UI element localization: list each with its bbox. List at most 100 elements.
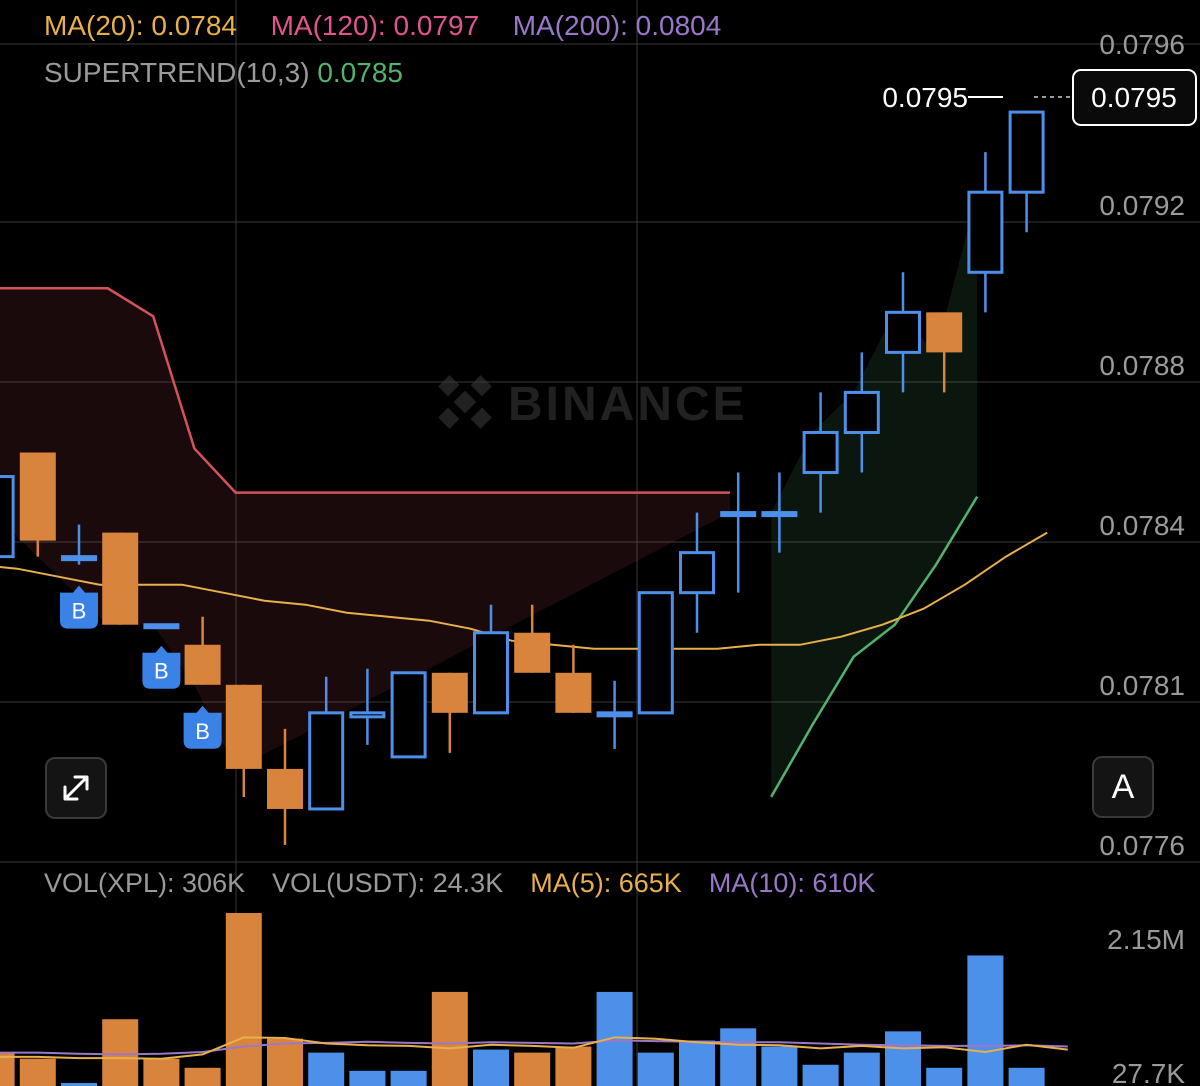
volume-bar: [473, 1049, 509, 1086]
price-tick-label: 0.0781: [1099, 670, 1185, 701]
candle-body: [1008, 110, 1045, 194]
volume-bar: [267, 1038, 303, 1086]
candle-body: [637, 591, 674, 715]
ma20-value: 0.0784: [151, 10, 237, 41]
price-tick-label: 0.0788: [1099, 350, 1185, 381]
volume-tick-label: 27.7K: [1112, 1058, 1185, 1086]
expand-icon: [63, 775, 89, 801]
vol-usdt: VOL(USDT): 24.3K: [272, 868, 504, 898]
auto-scale-label: A: [1111, 767, 1135, 806]
candle: [555, 644, 592, 713]
candle: [431, 672, 468, 753]
candle: [1008, 110, 1045, 233]
ma120-label: MA(120):: [270, 10, 394, 41]
candle: [720, 472, 757, 593]
candle-body: [967, 190, 1004, 274]
volume-bar: [555, 1046, 592, 1086]
candle: [390, 671, 427, 759]
supertrend-legend: SUPERTREND(10,3) 0.0785: [44, 57, 403, 89]
binance-watermark: BINANCE: [438, 375, 748, 431]
candle-body: [596, 711, 633, 718]
buy-marker-letter: B: [154, 659, 169, 684]
watermark-text: BINANCE: [508, 378, 748, 431]
volume-bar: [596, 991, 633, 1086]
volume-bar: [926, 1067, 963, 1086]
candle: [102, 532, 139, 625]
candle-body: [102, 532, 139, 625]
candlestick-chart[interactable]: BINANCE BBB 0.07960.07920.07880.07840.07…: [0, 0, 1200, 1086]
current-price-tag-value: 0.0795: [1091, 82, 1177, 113]
supertrend-label: SUPERTREND(10,3): [44, 57, 318, 88]
ma120-value: 0.0797: [393, 10, 480, 41]
fullscreen-button[interactable]: [45, 757, 107, 819]
volume-bar: [761, 1046, 798, 1086]
volume-bar: [225, 913, 262, 1086]
candle-body: [720, 511, 757, 518]
candle-body: [843, 390, 880, 434]
price-tick-label: 0.0796: [1099, 29, 1185, 60]
candle-body: [802, 430, 839, 475]
volume-bar: [308, 1052, 345, 1086]
ma-legend: MA(20): 0.0784 MA(120): 0.0797 MA(200): …: [44, 10, 721, 42]
candle-body: [0, 475, 15, 559]
candle: [637, 591, 674, 715]
candle: [143, 623, 180, 630]
candle-body: [225, 684, 262, 769]
volume-bar: [802, 1064, 839, 1086]
vol-xpl: VOL(XPL): 306K: [44, 868, 246, 898]
candle-body: [555, 672, 592, 713]
volume-bar: [514, 1052, 551, 1086]
volume-bars: [0, 913, 1045, 1086]
price-tick-label: 0.0792: [1099, 190, 1185, 221]
vol-ma5: MA(5): 665K: [530, 868, 682, 898]
volume-bar: [102, 1019, 139, 1086]
candle-body: [143, 623, 180, 630]
candle-body: [885, 310, 921, 354]
ma20-label: MA(20):: [44, 10, 152, 41]
candle-body: [679, 551, 715, 595]
candle-body: [473, 631, 509, 715]
candle: [0, 475, 15, 559]
current-price-label: 0.0795: [882, 82, 968, 113]
volume-bar: [184, 1067, 221, 1086]
candle-body: [390, 671, 427, 759]
candle-body: [431, 672, 468, 713]
auto-scale-button[interactable]: A: [1092, 756, 1154, 818]
buy-marker-letter: B: [195, 719, 210, 744]
candle: [596, 680, 633, 749]
volume-bar: [843, 1052, 880, 1086]
volume-bar: [431, 991, 468, 1086]
candle-body: [184, 644, 221, 685]
price-tick-label: 0.0776: [1099, 830, 1185, 861]
candle-body: [61, 555, 97, 562]
candle: [225, 684, 262, 797]
ma200-value: 0.0804: [635, 10, 722, 41]
candle-body: [761, 511, 798, 518]
volume-bar: [1008, 1067, 1045, 1086]
supertrend-down-fill: [0, 288, 730, 769]
candle-body: [349, 711, 386, 719]
candle-body: [19, 452, 56, 541]
volume-bar: [967, 955, 1004, 1086]
ma200-label: MA(200):: [512, 10, 636, 41]
candle-body: [267, 768, 303, 809]
candle-body: [926, 312, 963, 353]
price-tick-label: 0.0784: [1099, 510, 1185, 541]
candle-body: [308, 711, 345, 811]
supertrend-up-fill: [771, 192, 978, 797]
binance-logo-icon: [438, 375, 492, 429]
volume-bar: [143, 1058, 180, 1086]
volume-bar: [720, 1028, 757, 1086]
vol-ma10: MA(10): 610K: [708, 868, 876, 898]
volume-bar: [679, 1040, 715, 1086]
buy-marker-letter: B: [72, 599, 87, 624]
volume-bar: [349, 1070, 386, 1086]
volume-bar: [390, 1070, 427, 1086]
volume-bar: [885, 1031, 921, 1086]
volume-tick-label: 2.15M: [1107, 924, 1185, 955]
price-axis: 0.0796 0.0792 0.0788 0.0784 0.0781 0.0776 2.15…: [1099, 29, 1185, 1086]
volume-legend: VOL(XPL): 306K VOL(USDT): 24.3K MA(5): 6…: [44, 868, 875, 899]
candle-body: [514, 632, 551, 673]
supertrend-value: 0.0785: [317, 57, 403, 88]
volume-bar: [637, 1052, 674, 1086]
